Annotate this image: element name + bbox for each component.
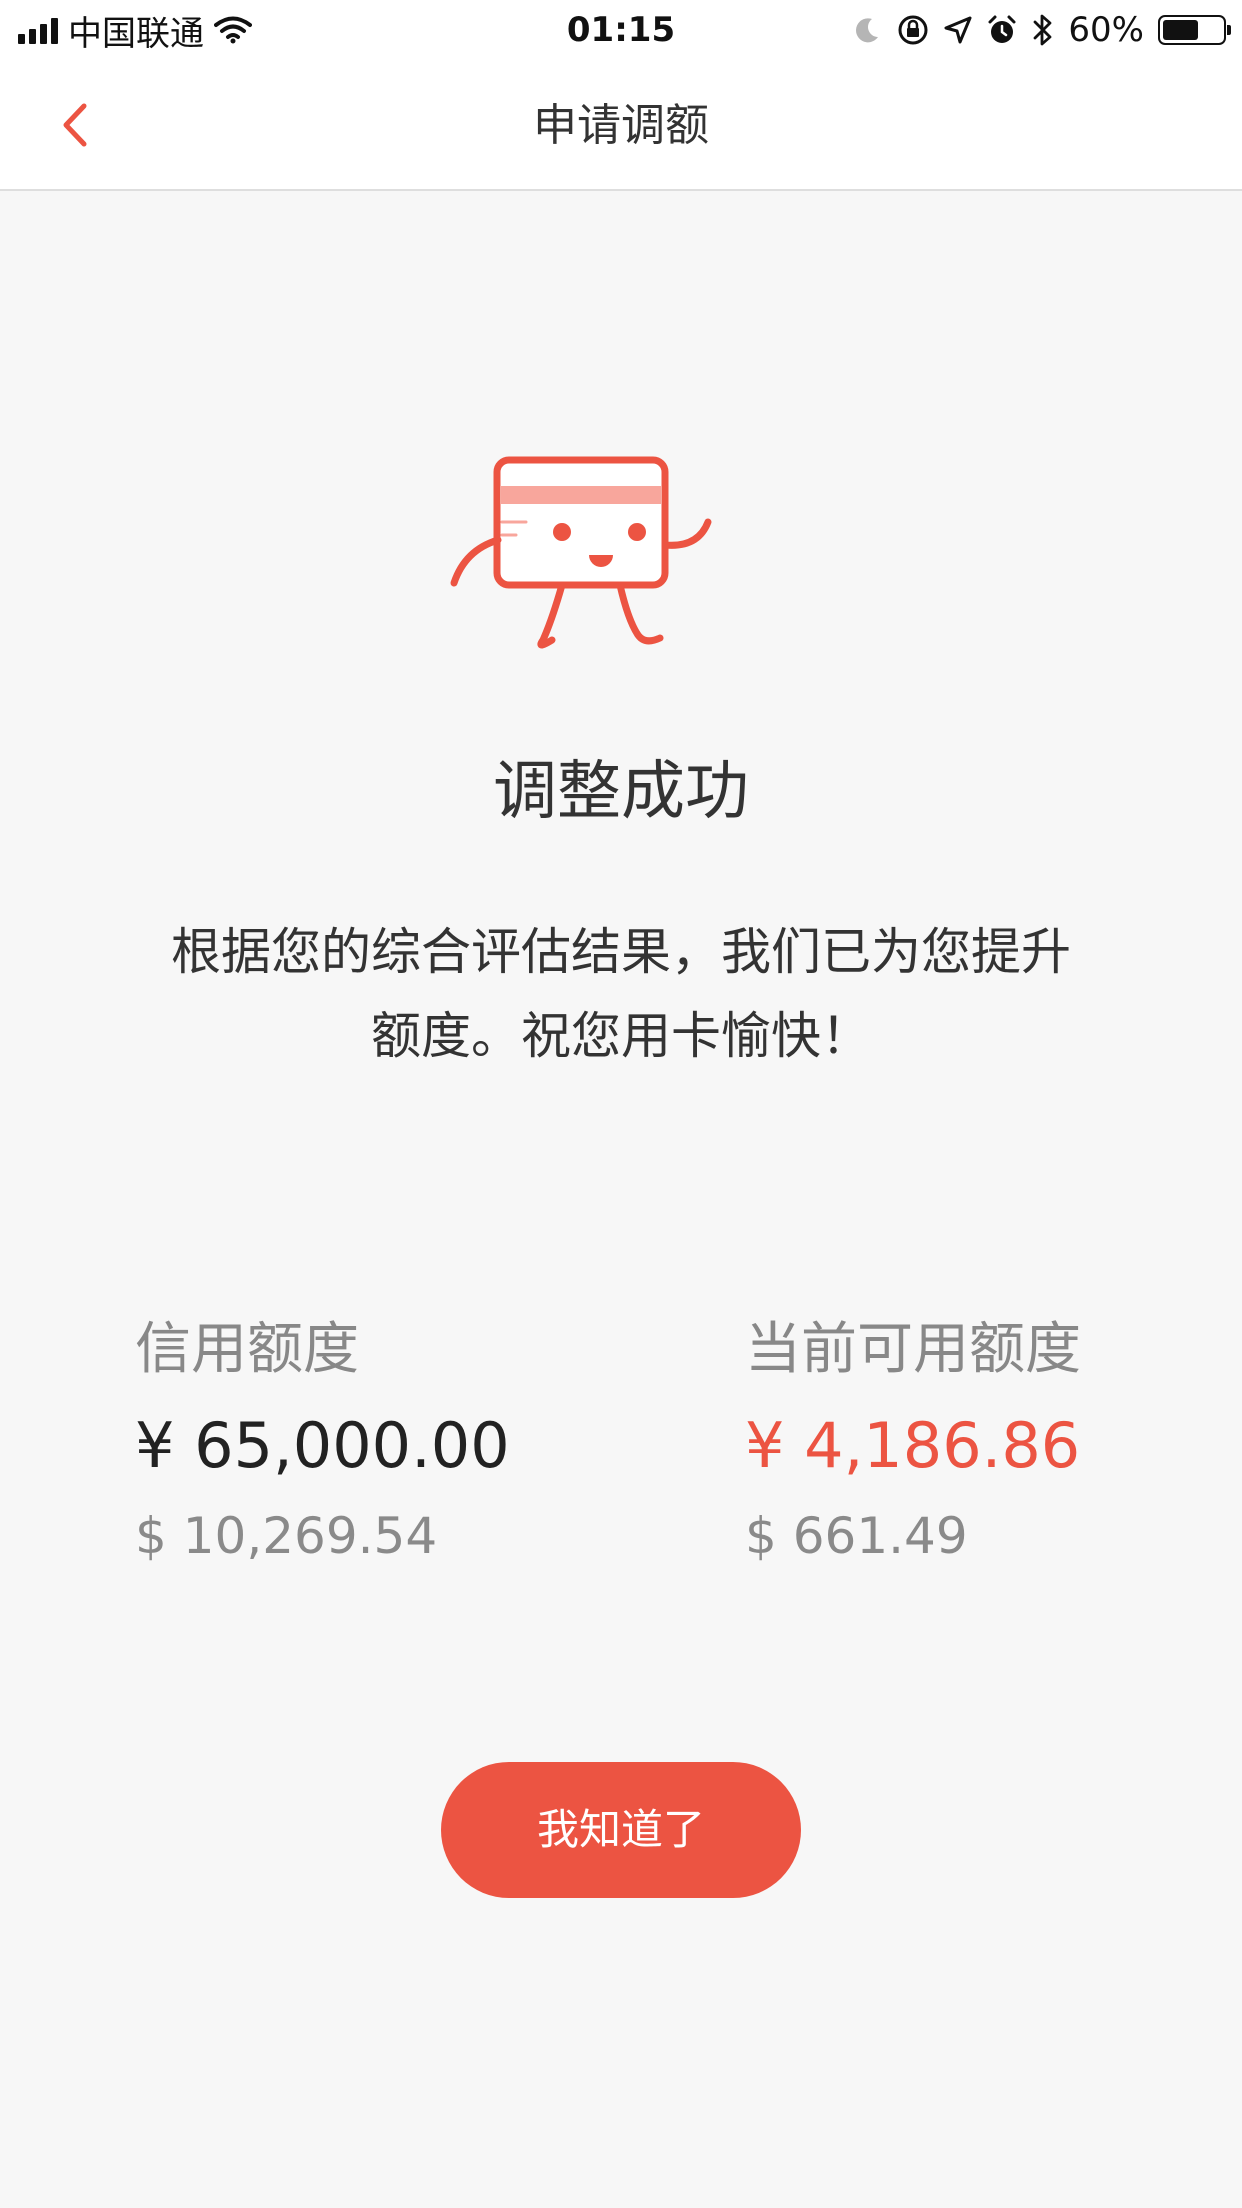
nav-bar: 申请调额 [0,60,1242,191]
available-limit-label: 当前可用额度 [745,1317,1081,1382]
credit-limit-cny: ¥ 65,000.00 [135,1409,510,1482]
rotation-lock-icon [898,15,928,45]
bluetooth-icon [1034,14,1052,46]
location-icon [944,16,972,44]
credit-limit-block: 信用额度 ¥ 65,000.00 $ 10,269.54 [135,1310,595,1576]
confirm-button[interactable]: 我知道了 [441,1762,801,1898]
battery-percent: 60% [1068,10,1144,50]
page-title: 申请调额 [533,100,709,151]
available-limit-cny: ¥ 4,186.86 [745,1409,1081,1482]
available-limit-block: 当前可用额度 ¥ 4,186.86 $ 661.49 [745,1310,1205,1576]
moon-icon [856,18,879,43]
credit-limit-usd: $ 10,269.54 [135,1507,438,1565]
status-bar: 中国联通 01:15 60% [0,0,1242,60]
available-limit-usd: $ 661.49 [745,1507,968,1565]
battery-level [1163,20,1198,40]
alarm-icon [988,15,1016,43]
result-description: 根据您的综合评估结果，我们已为您提升额度。祝您用卡愉快！ [171,923,1071,1065]
credit-limit-label: 信用额度 [135,1317,359,1382]
status-right: 60% [852,0,1231,60]
card-mascot-illustration [450,456,712,649]
battery-icon [1158,15,1231,45]
result-title: 调整成功 [493,755,749,829]
